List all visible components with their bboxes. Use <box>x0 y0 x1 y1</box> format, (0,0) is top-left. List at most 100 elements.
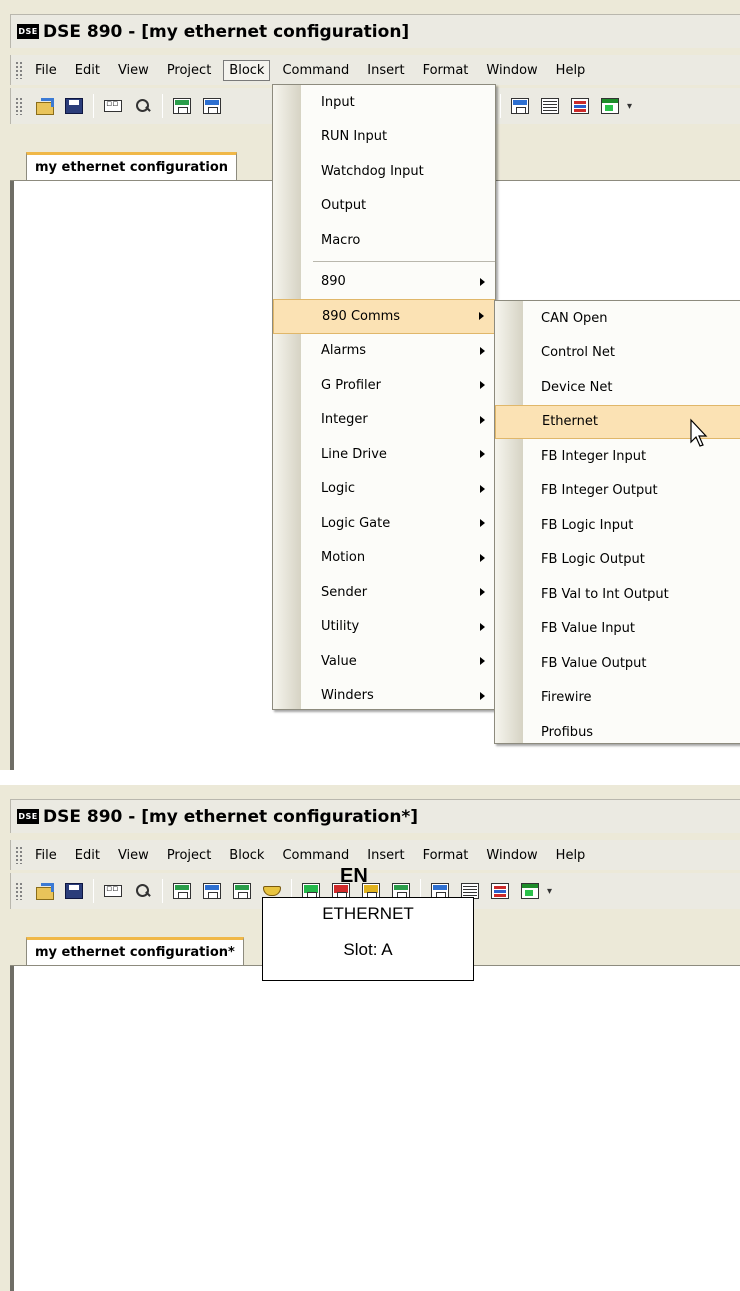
toolbar-separator <box>500 94 501 118</box>
menu-help[interactable]: Help <box>550 60 592 81</box>
menu-item-device-net[interactable]: Device Net <box>495 370 740 405</box>
mouse-pointer-icon <box>690 418 708 447</box>
menu-view[interactable]: View <box>112 60 155 81</box>
open-folder-button[interactable] <box>32 879 56 903</box>
menu-item-label: 890 Comms <box>322 308 401 324</box>
menu-item-utility[interactable]: Utility <box>273 610 495 645</box>
menu-item-run-input[interactable]: RUN Input <box>273 120 495 155</box>
menu-block[interactable]: Block <box>223 845 270 866</box>
menu-window[interactable]: Window <box>480 60 543 81</box>
menu-item-890[interactable]: 890 <box>273 265 495 300</box>
block-icon <box>173 98 191 114</box>
tab-my-ethernet-configuration[interactable]: my ethernet configuration* <box>26 937 244 965</box>
menu-help[interactable]: Help <box>550 845 592 866</box>
menu-item-g-profiler[interactable]: G Profiler <box>273 368 495 403</box>
menu-item-watchdog-input[interactable]: Watchdog Input <box>273 154 495 189</box>
menu-item-fb-val-to-int-output[interactable]: FB Val to Int Output <box>495 577 740 612</box>
submenu-arrow-icon <box>480 691 485 700</box>
menu-item-motion[interactable]: Motion <box>273 541 495 576</box>
block-tag-label: EN <box>340 865 368 887</box>
menu-edit[interactable]: Edit <box>69 60 106 81</box>
submenu-arrow-icon <box>480 553 485 562</box>
toolbar-grip-icon[interactable] <box>15 97 23 115</box>
toolbar-separator <box>162 94 163 118</box>
properties-button[interactable] <box>101 879 125 903</box>
window-title: DSE 890 - [my ethernet configuration*] <box>43 806 419 827</box>
submenu-arrow-icon <box>480 277 485 286</box>
chart-button[interactable] <box>488 879 512 903</box>
menu-item-890-comms[interactable]: 890 Comms <box>273 299 495 334</box>
toolbar-grip-icon[interactable] <box>15 882 23 900</box>
menu-file[interactable]: File <box>29 60 63 81</box>
find-button[interactable] <box>131 879 155 903</box>
menu-item-can-open[interactable]: CAN Open <box>495 301 740 336</box>
menu-file[interactable]: File <box>29 845 63 866</box>
save-button[interactable] <box>62 879 86 903</box>
menu-item-fb-logic-input[interactable]: FB Logic Input <box>495 508 740 543</box>
diagram-workspace[interactable] <box>10 966 740 1291</box>
screenshot-menu-open: DSE DSE 890 - [my ethernet configuration… <box>0 0 740 770</box>
menu-item-line-drive[interactable]: Line Drive <box>273 437 495 472</box>
menu-block[interactable]: Block <box>223 59 271 81</box>
menu-item-integer[interactable]: Integer <box>273 403 495 438</box>
menu-item-fb-logic-output[interactable]: FB Logic Output <box>495 543 740 578</box>
table-button[interactable] <box>538 94 562 118</box>
menu-item-input[interactable]: Input <box>273 85 495 120</box>
menu-command[interactable]: Command <box>276 60 355 81</box>
menu-item-macro[interactable]: Macro <box>273 223 495 258</box>
menu-item-value[interactable]: Value <box>273 644 495 679</box>
menu-item-sender[interactable]: Sender <box>273 575 495 610</box>
open-folder-button[interactable] <box>32 94 56 118</box>
block-button-3[interactable] <box>230 879 254 903</box>
block-button-9[interactable] <box>508 94 532 118</box>
menu-edit[interactable]: Edit <box>69 845 106 866</box>
ethernet-block[interactable]: ETHERNET Slot: A <box>262 897 474 981</box>
chart-icon <box>491 883 509 899</box>
window-button[interactable] <box>598 94 622 118</box>
menu-item-fb-value-output[interactable]: FB Value Output <box>495 646 740 681</box>
menu-item-logic-gate[interactable]: Logic Gate <box>273 506 495 541</box>
menu-item-winders[interactable]: Winders <box>273 679 495 714</box>
menu-command[interactable]: Command <box>276 845 355 866</box>
menu-item-fb-value-input[interactable]: FB Value Input <box>495 612 740 647</box>
tab-my-ethernet-configuration[interactable]: my ethernet configuration <box>26 152 238 180</box>
menu-window[interactable]: Window <box>480 845 543 866</box>
menu-project[interactable]: Project <box>161 845 217 866</box>
submenu-arrow-icon <box>480 415 485 424</box>
menu-item-label: Logic Gate <box>321 515 391 531</box>
block-slot: Slot: A <box>343 940 393 959</box>
menubar-grip-icon[interactable] <box>15 846 23 864</box>
menu-item-fb-integer-output[interactable]: FB Integer Output <box>495 474 740 509</box>
save-button[interactable] <box>62 94 86 118</box>
toolbar-overflow-icon[interactable]: ▾ <box>627 101 632 112</box>
menu-item-output[interactable]: Output <box>273 189 495 224</box>
menu-format[interactable]: Format <box>417 845 475 866</box>
menu-format[interactable]: Format <box>417 60 475 81</box>
find-button[interactable] <box>131 94 155 118</box>
chart-button[interactable] <box>568 94 592 118</box>
toolbar-separator <box>162 879 163 903</box>
block-button-1[interactable] <box>170 94 194 118</box>
menu-item-profibus[interactable]: Profibus <box>495 715 740 750</box>
block-button-2[interactable] <box>200 94 224 118</box>
submenu-arrow-icon <box>480 657 485 666</box>
menu-insert[interactable]: Insert <box>361 845 410 866</box>
menubar-grip-icon[interactable] <box>15 61 23 79</box>
block-icon <box>173 883 191 899</box>
window-button[interactable] <box>518 879 542 903</box>
block-button-2[interactable] <box>200 879 224 903</box>
menu-item-control-net[interactable]: Control Net <box>495 336 740 371</box>
menu-item-alarms[interactable]: Alarms <box>273 334 495 369</box>
block-button-1[interactable] <box>170 879 194 903</box>
menu-view[interactable]: View <box>112 845 155 866</box>
menu-item-logic[interactable]: Logic <box>273 472 495 507</box>
submenu-arrow-icon <box>480 381 485 390</box>
toolbar-overflow-icon[interactable]: ▾ <box>547 886 552 897</box>
menu-item-firewire[interactable]: Firewire <box>495 681 740 716</box>
screenshot-block-inserted: DSE DSE 890 - [my ethernet configuration… <box>0 785 740 1291</box>
menu-project[interactable]: Project <box>161 60 217 81</box>
block-menu: Input RUN Input Watchdog Input Output Ma… <box>272 84 496 710</box>
open-folder-icon <box>35 883 54 900</box>
properties-button[interactable] <box>101 94 125 118</box>
menu-insert[interactable]: Insert <box>361 60 410 81</box>
